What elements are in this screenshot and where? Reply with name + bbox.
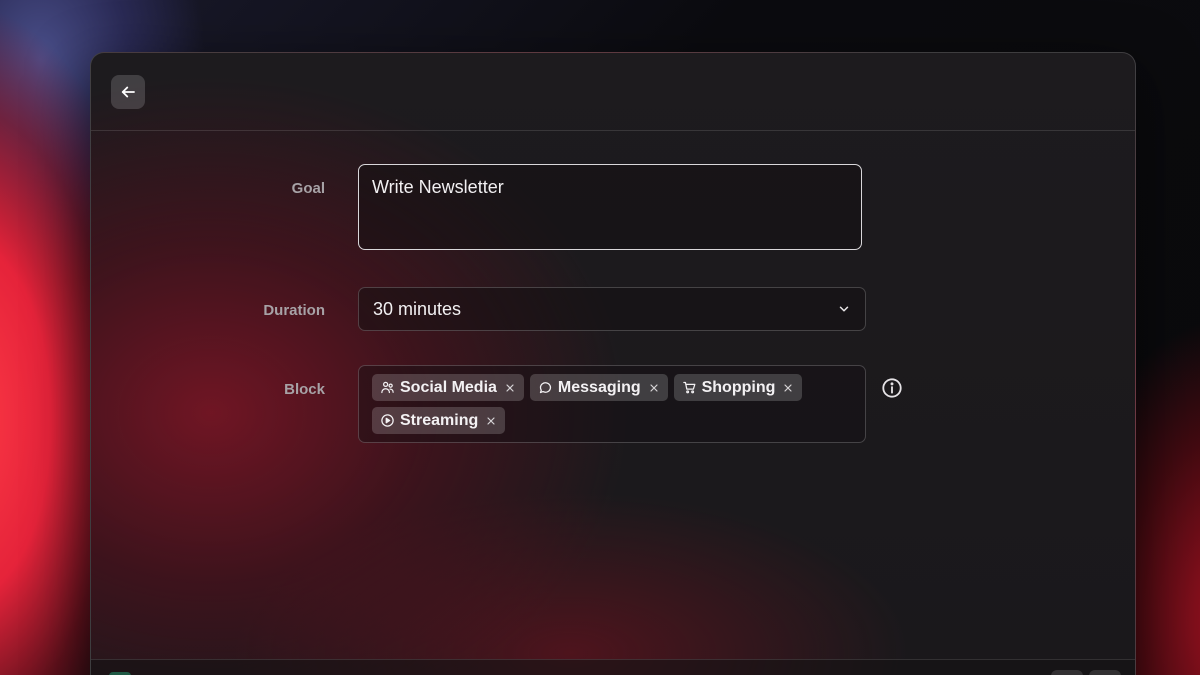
footer-button[interactable] <box>1051 670 1083 675</box>
goal-label: Goal <box>291 180 325 197</box>
window-toolbar <box>91 53 1135 131</box>
remove-chip-button[interactable] <box>782 382 794 394</box>
block-chips-input[interactable]: Social Media Messaging Shopping Streamin… <box>358 365 866 443</box>
block-label: Block <box>284 381 325 398</box>
info-icon <box>882 378 902 398</box>
chip-label: Streaming <box>400 411 479 429</box>
goal-input[interactable]: Write Newsletter <box>358 164 862 250</box>
chat-bubble-icon <box>538 380 553 395</box>
chip-social-media[interactable]: Social Media <box>372 374 524 401</box>
play-circle-icon <box>380 413 395 428</box>
window-footer <box>91 659 1135 675</box>
remove-chip-button[interactable] <box>504 382 516 394</box>
cart-icon <box>682 380 697 395</box>
close-icon <box>784 383 792 392</box>
arrow-left-icon <box>121 86 135 98</box>
duration-label: Duration <box>263 302 325 319</box>
chip-label: Shopping <box>701 378 776 396</box>
chevron-down-icon <box>839 306 849 312</box>
focus-session-window: Goal Write Newsletter Duration 30 minute… <box>90 52 1136 675</box>
back-button[interactable] <box>111 75 145 109</box>
remove-chip-button[interactable] <box>485 415 497 427</box>
info-button[interactable] <box>881 377 903 399</box>
chip-messaging[interactable]: Messaging <box>529 374 668 401</box>
close-icon <box>650 383 658 392</box>
chip-label: Messaging <box>557 378 641 396</box>
remove-chip-button[interactable] <box>648 382 660 394</box>
close-icon <box>487 416 495 425</box>
close-icon <box>506 383 514 392</box>
chip-shopping[interactable]: Shopping <box>673 374 803 401</box>
chip-label: Social Media <box>400 378 497 396</box>
footer-button[interactable] <box>1089 670 1121 675</box>
duration-select[interactable]: 30 minutes <box>358 287 866 331</box>
duration-value: 30 minutes <box>373 298 462 319</box>
people-icon <box>380 380 395 395</box>
chip-streaming[interactable]: Streaming <box>372 407 506 434</box>
